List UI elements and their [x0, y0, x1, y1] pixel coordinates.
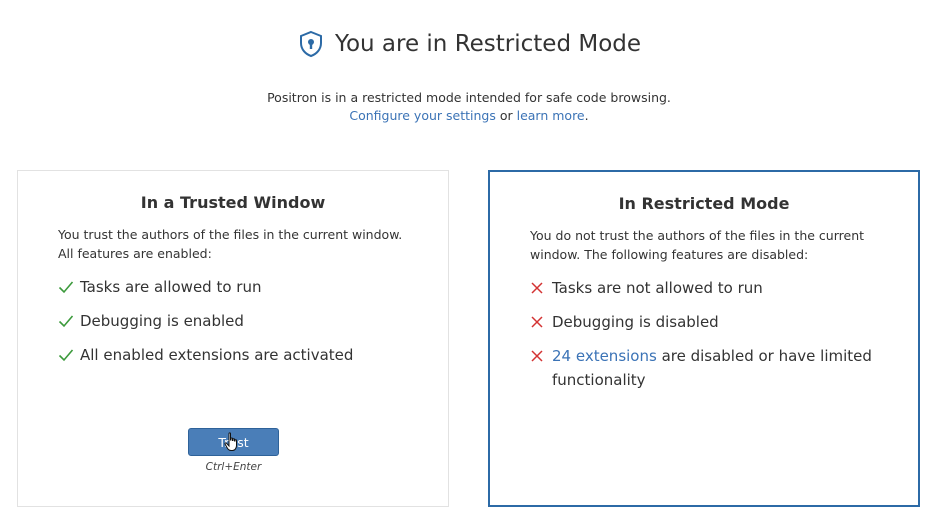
cross-icon	[530, 349, 552, 363]
trusted-window-card: In a Trusted Window You trust the author…	[17, 170, 449, 507]
cross-icon	[530, 315, 552, 329]
learn-more-link[interactable]: learn more	[517, 108, 585, 123]
check-icon	[58, 348, 80, 362]
feature-text: 24 extensions are disabled or have limit…	[552, 344, 888, 392]
feature-text: Debugging is disabled	[552, 313, 719, 331]
page-title: You are in Restricted Mode	[334, 31, 642, 57]
list-item: Debugging is enabled	[58, 309, 418, 333]
feature-text: Tasks are not allowed to run	[552, 279, 763, 297]
cross-icon	[530, 281, 552, 295]
trust-button[interactable]: Trust	[188, 428, 279, 456]
trusted-feature-list: Tasks are allowed to run Debugging is en…	[58, 275, 418, 377]
subtitle-text: Positron is in a restricted mode intende…	[267, 90, 671, 105]
check-icon	[58, 280, 80, 294]
restricted-card-description: You do not trust the authors of the file…	[530, 228, 865, 262]
list-item: 24 extensions are disabled or have limit…	[530, 344, 888, 392]
check-icon	[58, 314, 80, 328]
shield-keyhole-icon	[297, 30, 325, 58]
restricted-card-title: In Restricted Mode	[618, 194, 790, 213]
list-item: Debugging is disabled	[530, 310, 888, 334]
trusted-card-description: You trust the authors of the files in th…	[58, 227, 403, 261]
list-item: All enabled extensions are activated	[58, 343, 418, 367]
page-header: You are in Restricted Mode	[0, 30, 938, 58]
trusted-card-title: In a Trusted Window	[140, 193, 326, 212]
subtitle-connector: or	[499, 108, 513, 123]
restricted-mode-card: In Restricted Mode You do not trust the …	[488, 170, 920, 507]
feature-text: All enabled extensions are activated	[80, 346, 354, 364]
trust-shortcut-hint: Ctrl+Enter	[205, 461, 262, 473]
list-item: Tasks are not allowed to run	[530, 276, 888, 300]
feature-text: Debugging is enabled	[80, 312, 244, 330]
extensions-link[interactable]: 24 extensions	[552, 347, 657, 365]
subtitle-period: .	[584, 108, 589, 123]
subtitle: Positron is in a restricted mode intende…	[0, 89, 938, 125]
restricted-feature-list: Tasks are not allowed to run Debugging i…	[530, 276, 888, 402]
list-item: Tasks are allowed to run	[58, 275, 418, 299]
configure-settings-link[interactable]: Configure your settings	[349, 108, 495, 123]
subtitle-links: Configure your settings or learn more.	[0, 107, 938, 125]
feature-text: Tasks are allowed to run	[80, 278, 262, 296]
